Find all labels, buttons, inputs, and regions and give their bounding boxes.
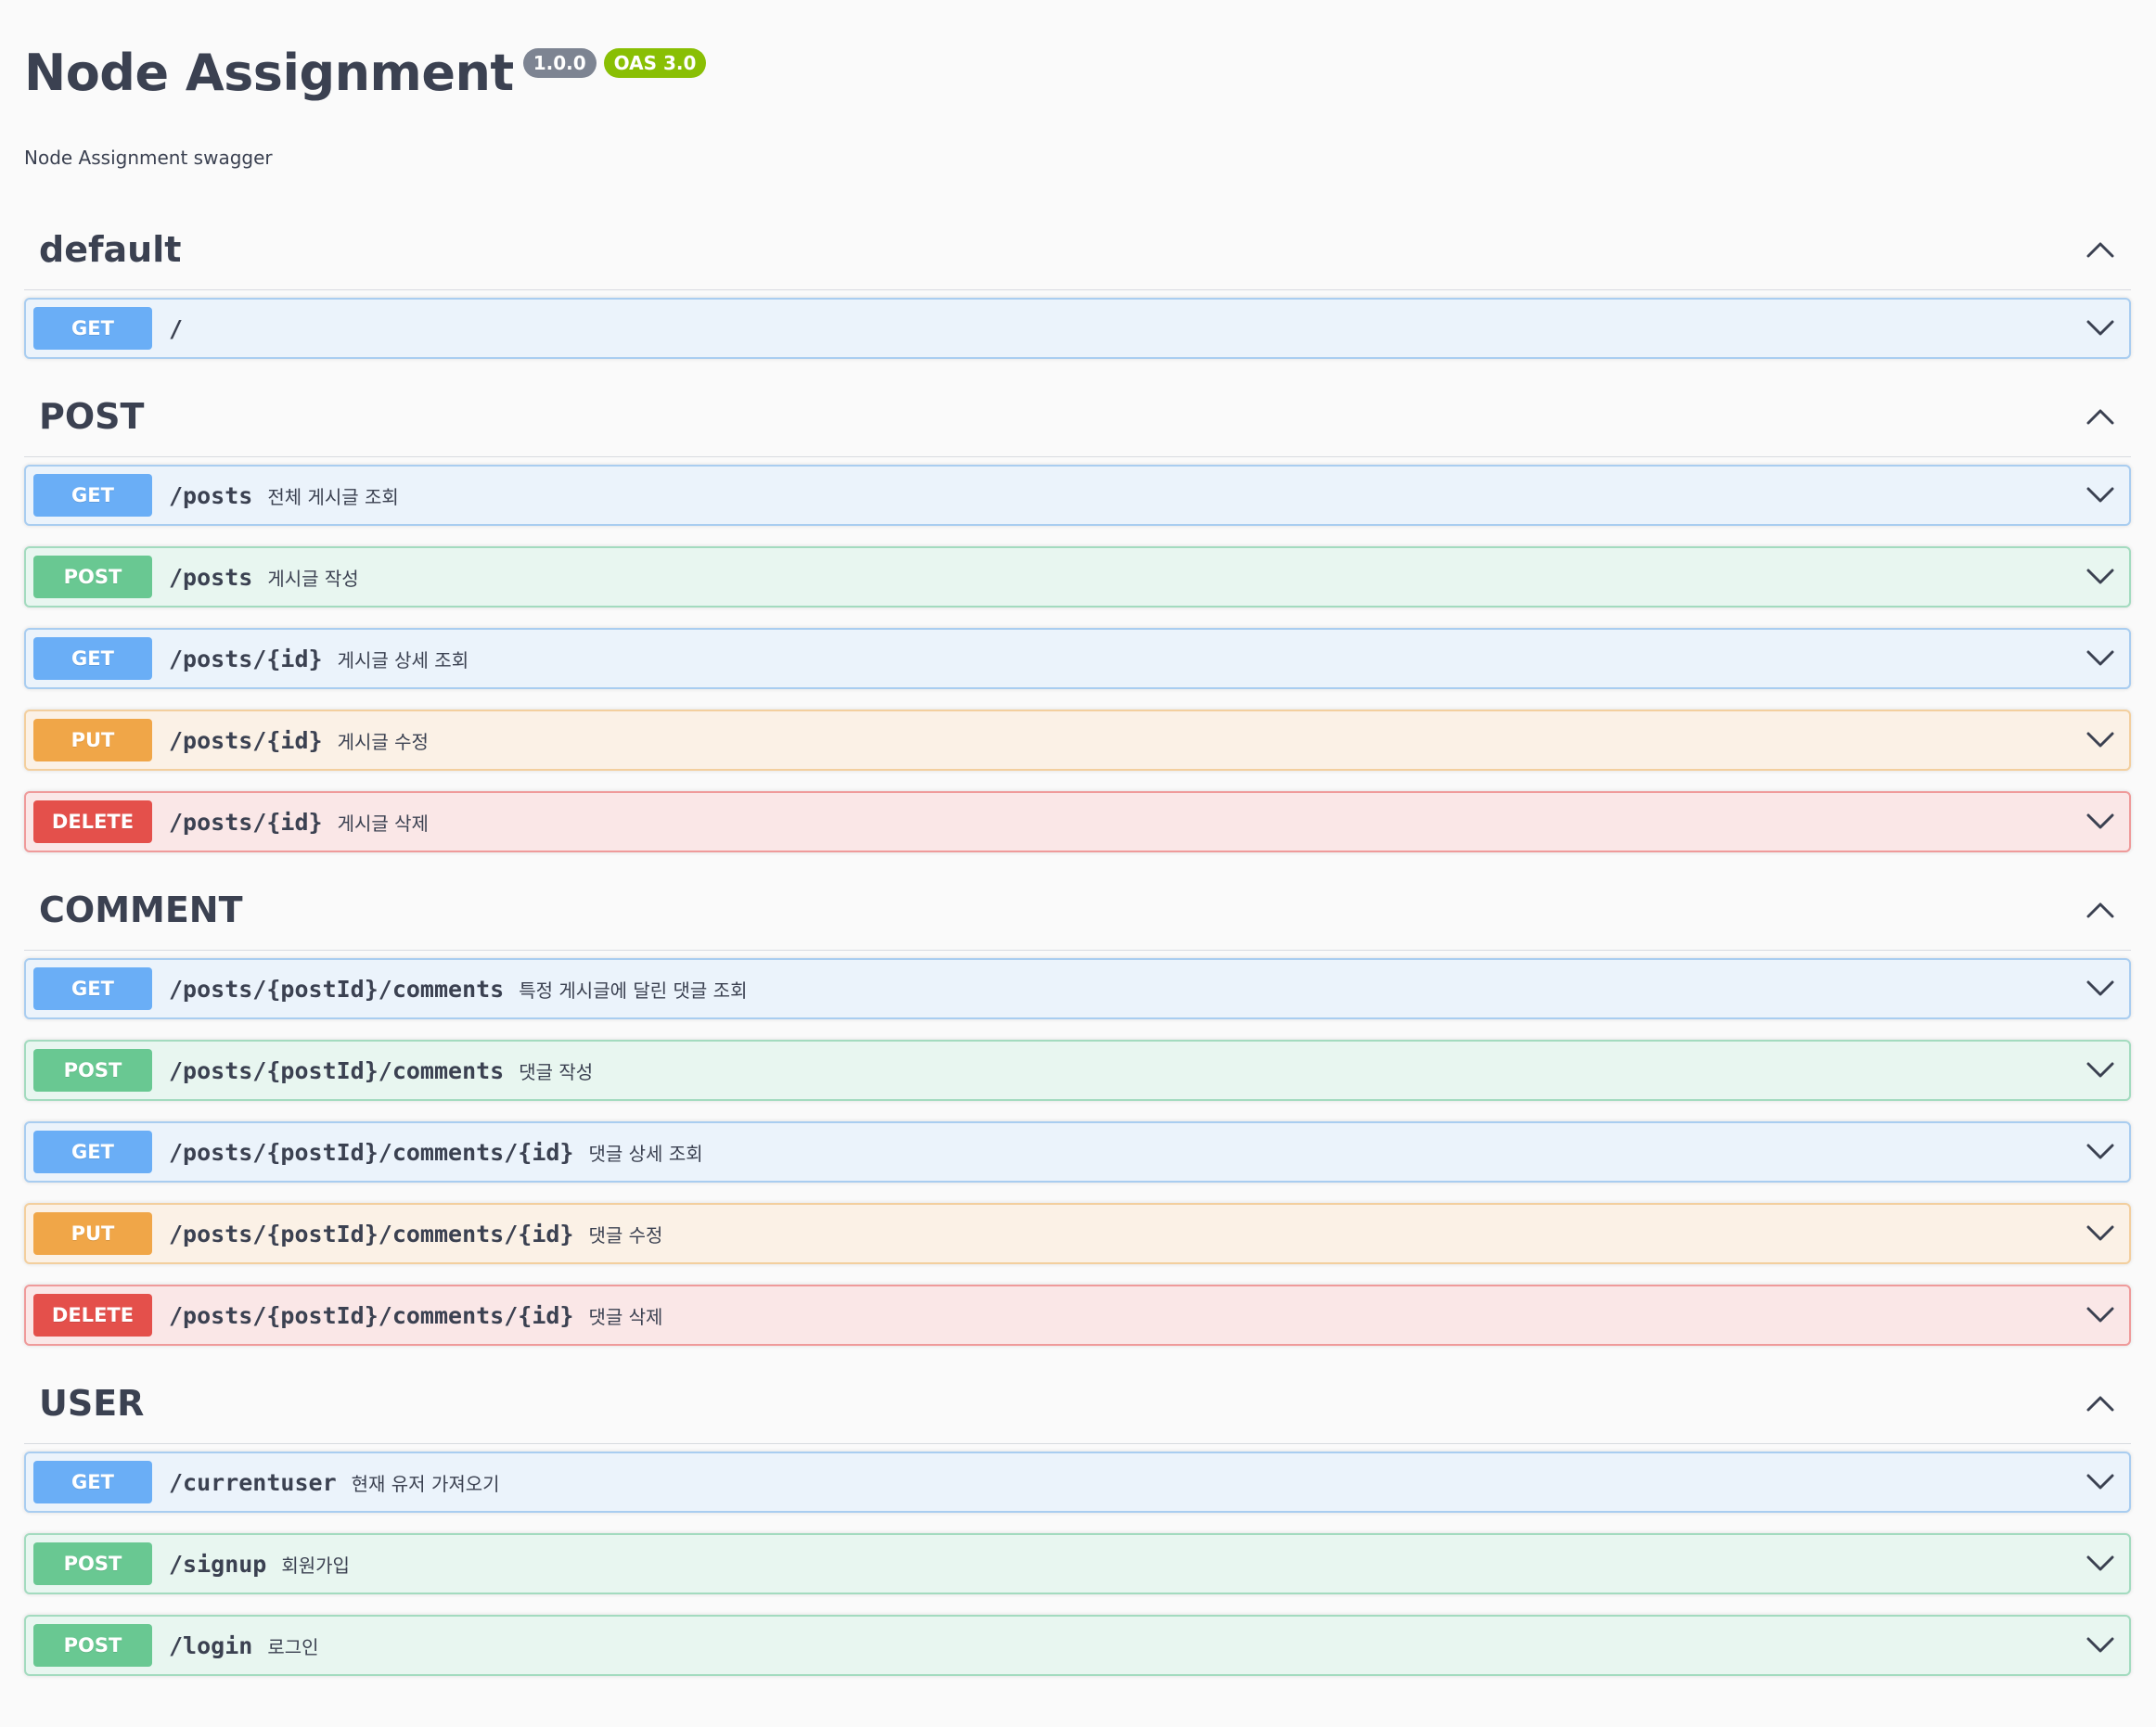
operation-delete[interactable]: DELETE/posts/{id} 게시글 삭제 bbox=[24, 791, 2131, 852]
operation-summary: 게시글 수정 bbox=[337, 730, 429, 753]
tag-section-post: POST GET/posts 전체 게시글 조회 POST/posts 게시글 작성 GE… bbox=[24, 376, 2131, 852]
operation-summary: 게시글 삭제 bbox=[337, 812, 429, 835]
operation-delete[interactable]: DELETE/posts/{postId}/comments/{id} 댓글 삭제 bbox=[24, 1285, 2131, 1346]
operations-list: GET/posts/{postId}/comments 특정 게시글에 달린 댓글… bbox=[24, 951, 2131, 1346]
tag-name: POST bbox=[39, 395, 145, 437]
operation-get[interactable]: GET/posts 전체 게시글 조회 bbox=[24, 465, 2131, 526]
chevron-down-icon[interactable] bbox=[2085, 1136, 2116, 1168]
chevron-down-icon[interactable] bbox=[2085, 313, 2116, 344]
chevron-down-icon[interactable] bbox=[2085, 806, 2116, 838]
operation-get[interactable]: GET/currentuser 현재 유저 가져오기 bbox=[24, 1452, 2131, 1513]
operation-get[interactable]: GET/posts/{postId}/comments/{id} 댓글 상세 조회 bbox=[24, 1121, 2131, 1183]
tag-name: COMMENT bbox=[39, 889, 243, 930]
operation-path: /posts/{id} bbox=[169, 808, 323, 836]
operation-path: /posts/{postId}/comments bbox=[169, 1056, 505, 1084]
api-title: Node Assignment bbox=[24, 44, 514, 102]
operation-path: /posts/{postId}/comments/{id} bbox=[169, 1138, 574, 1166]
operation-path: /posts/{postId}/comments/{id} bbox=[169, 1301, 574, 1329]
method-badge: GET bbox=[33, 1461, 152, 1503]
chevron-up-icon[interactable] bbox=[2085, 234, 2116, 265]
method-badge: GET bbox=[33, 637, 152, 680]
operation-path: / bbox=[169, 314, 184, 342]
operation-summary: 댓글 작성 bbox=[519, 1060, 594, 1083]
chevron-down-icon[interactable] bbox=[2085, 1548, 2116, 1580]
method-badge: PUT bbox=[33, 719, 152, 761]
operation-get[interactable]: GET/posts/{id} 게시글 상세 조회 bbox=[24, 628, 2131, 689]
operations-list: GET/currentuser 현재 유저 가져오기 POST/signup 회원가입… bbox=[24, 1444, 2131, 1676]
operation-get[interactable]: GET / bbox=[24, 298, 2131, 359]
chevron-down-icon[interactable] bbox=[2085, 1218, 2116, 1249]
chevron-up-icon[interactable] bbox=[2085, 894, 2116, 926]
tag-sections: default GET / POST GET/posts 전체 게시글 조회 POST/po… bbox=[24, 209, 2131, 1676]
tag-header[interactable]: default bbox=[24, 209, 2131, 290]
operation-post[interactable]: POST/posts/{postId}/comments 댓글 작성 bbox=[24, 1040, 2131, 1101]
chevron-down-icon[interactable] bbox=[2085, 1630, 2116, 1661]
operation-path: /posts/{id} bbox=[169, 726, 323, 754]
method-badge: POST bbox=[33, 1624, 152, 1667]
operation-post[interactable]: POST/signup 회원가입 bbox=[24, 1533, 2131, 1594]
method-badge: DELETE bbox=[33, 1294, 152, 1337]
operations-list: GET / bbox=[24, 290, 2131, 359]
tag-section-comment: COMMENT GET/posts/{postId}/comments 특정 게시글… bbox=[24, 869, 2131, 1346]
operation-summary: 회원가입 bbox=[281, 1554, 350, 1577]
operation-summary: 전체 게시글 조회 bbox=[267, 485, 399, 508]
operation-path: /posts bbox=[169, 481, 253, 509]
operation-summary: 특정 게시글에 달린 댓글 조회 bbox=[519, 979, 748, 1002]
operation-summary: 댓글 상세 조회 bbox=[588, 1142, 703, 1165]
operation-summary: 게시글 작성 bbox=[267, 567, 359, 590]
operation-summary: 댓글 삭제 bbox=[588, 1305, 663, 1328]
operation-post[interactable]: POST/login 로그인 bbox=[24, 1615, 2131, 1676]
method-badge: DELETE bbox=[33, 800, 152, 843]
method-badge: POST bbox=[33, 556, 152, 598]
chevron-up-icon[interactable] bbox=[2085, 1388, 2116, 1419]
operation-summary: 로그인 bbox=[267, 1635, 319, 1658]
method-badge: PUT bbox=[33, 1212, 152, 1255]
chevron-down-icon[interactable] bbox=[2085, 1299, 2116, 1331]
operations-list: GET/posts 전체 게시글 조회 POST/posts 게시글 작성 GET/po… bbox=[24, 457, 2131, 852]
method-badge: GET bbox=[33, 1131, 152, 1173]
chevron-up-icon[interactable] bbox=[2085, 401, 2116, 432]
operation-post[interactable]: POST/posts 게시글 작성 bbox=[24, 546, 2131, 608]
method-badge: POST bbox=[33, 1049, 152, 1092]
oas-badge: OAS 3.0 bbox=[603, 48, 707, 78]
operation-summary: 게시글 상세 조회 bbox=[337, 648, 469, 672]
method-badge: POST bbox=[33, 1542, 152, 1585]
tag-header[interactable]: COMMENT bbox=[24, 869, 2131, 951]
chevron-down-icon[interactable] bbox=[2085, 1466, 2116, 1498]
operation-put[interactable]: PUT/posts/{id} 게시글 수정 bbox=[24, 710, 2131, 771]
chevron-down-icon[interactable] bbox=[2085, 643, 2116, 674]
operation-put[interactable]: PUT/posts/{postId}/comments/{id} 댓글 수정 bbox=[24, 1203, 2131, 1264]
operation-path: /login bbox=[169, 1631, 253, 1659]
swagger-ui: Node Assignment 1.0.0 OAS 3.0 Node Assig… bbox=[0, 0, 2156, 1676]
chevron-down-icon[interactable] bbox=[2085, 973, 2116, 1004]
operation-path: /signup bbox=[169, 1550, 267, 1578]
chevron-down-icon[interactable] bbox=[2085, 1055, 2116, 1086]
operation-summary: 댓글 수정 bbox=[588, 1223, 663, 1247]
version-badge: 1.0.0 bbox=[522, 48, 597, 78]
title-row: Node Assignment 1.0.0 OAS 3.0 bbox=[24, 45, 2131, 102]
chevron-down-icon[interactable] bbox=[2085, 561, 2116, 593]
tag-name: default bbox=[39, 228, 182, 270]
tag-header[interactable]: POST bbox=[24, 376, 2131, 457]
method-badge: GET bbox=[33, 474, 152, 517]
method-badge: GET bbox=[33, 307, 152, 350]
operation-path: /posts/{postId}/comments/{id} bbox=[169, 1220, 574, 1247]
operation-get[interactable]: GET/posts/{postId}/comments 특정 게시글에 달린 댓글… bbox=[24, 958, 2131, 1019]
operation-summary: 현재 유저 가져오기 bbox=[351, 1472, 500, 1495]
chevron-down-icon[interactable] bbox=[2085, 480, 2116, 511]
api-description: Node Assignment swagger bbox=[24, 147, 273, 169]
tag-header[interactable]: USER bbox=[24, 1362, 2131, 1444]
operation-path: /posts bbox=[169, 563, 253, 591]
operation-path: /currentuser bbox=[169, 1468, 337, 1496]
method-badge: GET bbox=[33, 967, 152, 1010]
tag-section-default: default GET / bbox=[24, 209, 2131, 359]
api-info: Node Assignment 1.0.0 OAS 3.0 Node Assig… bbox=[24, 0, 2131, 209]
tag-name: USER bbox=[39, 1382, 145, 1424]
operation-path: /posts/{postId}/comments bbox=[169, 975, 505, 1003]
operation-path: /posts/{id} bbox=[169, 645, 323, 672]
tag-section-user: USER GET/currentuser 현재 유저 가져오기 POST/signup… bbox=[24, 1362, 2131, 1676]
chevron-down-icon[interactable] bbox=[2085, 724, 2116, 756]
